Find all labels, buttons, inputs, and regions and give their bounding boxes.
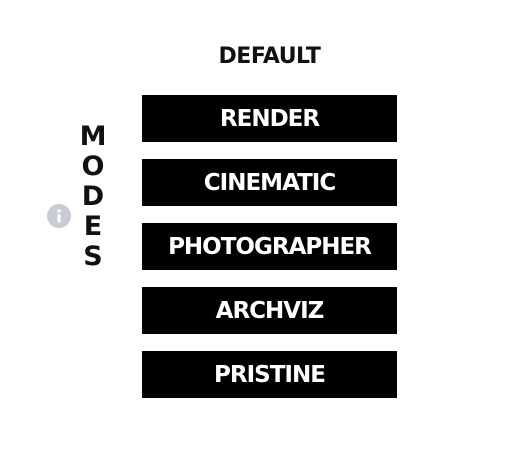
info-icon[interactable]	[47, 204, 71, 228]
mode-button-pristine[interactable]: PRISTINE	[142, 351, 397, 398]
info-glyph	[57, 209, 61, 223]
modes-vertical-title: M O D E S	[76, 122, 110, 272]
mode-button-photographer[interactable]: PHOTOGRAPHER	[142, 223, 397, 270]
modes-title-letter: M	[79, 121, 107, 152]
modes-title-letter: S	[83, 241, 103, 272]
modes-title-letter: D	[81, 181, 105, 212]
modes-panel: DEFAULT M O D E S RENDER CINEMATIC PHOTO…	[0, 0, 516, 476]
mode-button-cinematic[interactable]: CINEMATIC	[142, 159, 397, 206]
mode-button-render[interactable]: RENDER	[142, 95, 397, 142]
default-label: DEFAULT	[218, 43, 321, 69]
modes-title-letter: O	[81, 151, 105, 182]
modes-title-letter: E	[83, 211, 103, 242]
mode-button-archviz[interactable]: ARCHVIZ	[142, 287, 397, 334]
mode-button-list: RENDER CINEMATIC PHOTOGRAPHER ARCHVIZ PR…	[142, 95, 397, 398]
